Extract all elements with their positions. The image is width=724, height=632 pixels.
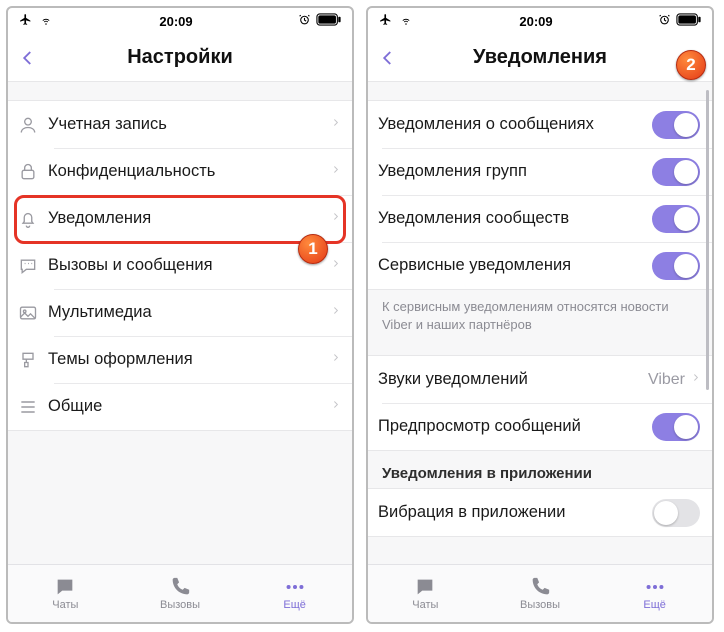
toggle-communities[interactable] <box>652 205 700 233</box>
row-label: Конфиденциальность <box>48 162 331 181</box>
row-label: Вибрация в приложении <box>378 503 652 522</box>
status-time: 20:09 <box>159 14 192 29</box>
chevron-right-icon <box>691 370 700 390</box>
chevron-right-icon <box>331 397 340 417</box>
status-time: 20:09 <box>519 14 552 29</box>
list-icon <box>18 397 48 417</box>
tab-chats[interactable]: Чаты <box>368 565 483 622</box>
back-button[interactable] <box>12 34 44 82</box>
tab-more[interactable]: Ещё <box>597 565 712 622</box>
status-bar: 20:09 <box>8 8 352 34</box>
settings-row-notifications[interactable]: Уведомления <box>8 195 352 242</box>
service-footer: К сервисным уведомлениям относятся новос… <box>368 290 712 345</box>
wifi-icon <box>398 14 414 29</box>
toggle-row-groups: Уведомления групп <box>368 148 712 195</box>
toggle-row-preview: Предпросмотр сообщений <box>368 403 712 450</box>
settings-screen: 20:09 Настройки Учетная запись <box>6 6 354 624</box>
status-bar: 20:09 <box>368 8 712 34</box>
row-label: Уведомления о сообщениях <box>378 115 652 134</box>
lock-icon <box>18 162 48 182</box>
nav-bar: Настройки <box>8 34 352 82</box>
tab-bar: Чаты Вызовы Ещё <box>368 564 712 622</box>
alarm-icon <box>658 13 671 29</box>
tab-label: Чаты <box>412 599 438 611</box>
toggle-groups[interactable] <box>652 158 700 186</box>
tab-label: Чаты <box>52 599 78 611</box>
chats-icon <box>413 576 437 598</box>
brush-icon <box>18 350 48 370</box>
row-label: Уведомления сообществ <box>378 209 652 228</box>
content: Учетная запись Конфиденциальность Уведом… <box>8 82 352 564</box>
wifi-icon <box>38 14 54 29</box>
page-title: Настройки <box>16 46 344 69</box>
content: Уведомления о сообщениях Уведомления гру… <box>368 82 712 564</box>
toggle-preview[interactable] <box>652 413 700 441</box>
row-label: Мультимедиа <box>48 303 331 322</box>
tab-label: Вызовы <box>520 599 560 611</box>
chevron-right-icon <box>331 256 340 276</box>
image-icon <box>18 303 48 323</box>
tab-more[interactable]: Ещё <box>237 565 352 622</box>
row-label: Темы оформления <box>48 350 331 369</box>
row-label: Сервисные уведомления <box>378 256 652 275</box>
row-value: Viber <box>648 371 685 389</box>
tab-label: Ещё <box>283 599 306 611</box>
settings-row-general[interactable]: Общие <box>8 383 352 430</box>
tab-label: Вызовы <box>160 599 200 611</box>
tab-label: Ещё <box>643 599 666 611</box>
row-label: Общие <box>48 397 331 416</box>
airplane-icon <box>378 13 393 29</box>
settings-row-privacy[interactable]: Конфиденциальность <box>8 148 352 195</box>
chevron-right-icon <box>331 209 340 229</box>
nav-bar: Уведомления <box>368 34 712 82</box>
toggle-row-communities: Уведомления сообществ <box>368 195 712 242</box>
scroll-indicator[interactable] <box>706 90 709 390</box>
phone-icon <box>169 576 191 598</box>
row-sounds[interactable]: Звуки уведомлений Viber <box>368 356 712 403</box>
chevron-right-icon <box>331 350 340 370</box>
settings-row-account[interactable]: Учетная запись <box>8 101 352 148</box>
tab-calls[interactable]: Вызовы <box>123 565 238 622</box>
row-label: Вызовы и сообщения <box>48 256 331 275</box>
row-label: Учетная запись <box>48 115 331 134</box>
toggle-row-service: Сервисные уведомления <box>368 242 712 289</box>
toggle-vibration[interactable] <box>652 499 700 527</box>
more-icon <box>283 576 307 598</box>
person-icon <box>18 115 48 135</box>
chevron-right-icon <box>331 162 340 182</box>
toggle-service[interactable] <box>652 252 700 280</box>
bell-icon <box>18 209 48 229</box>
back-button[interactable] <box>372 34 404 82</box>
settings-row-calls[interactable]: Вызовы и сообщения <box>8 242 352 289</box>
row-label: Предпросмотр сообщений <box>378 417 652 436</box>
alarm-icon <box>298 13 311 29</box>
phone-icon <box>529 576 551 598</box>
tab-chats[interactable]: Чаты <box>8 565 123 622</box>
page-title: Уведомления <box>376 46 704 69</box>
airplane-icon <box>18 13 33 29</box>
toggle-row-vibration: Вибрация в приложении <box>368 489 712 536</box>
chat-icon <box>18 256 48 276</box>
toggle-row-messages: Уведомления о сообщениях <box>368 101 712 148</box>
tab-calls[interactable]: Вызовы <box>483 565 598 622</box>
battery-icon <box>316 13 342 29</box>
row-label: Уведомления <box>48 209 331 228</box>
section-header: Уведомления в приложении <box>368 451 712 488</box>
battery-icon <box>676 13 702 29</box>
settings-row-themes[interactable]: Темы оформления <box>8 336 352 383</box>
chevron-right-icon <box>331 115 340 135</box>
toggle-messages[interactable] <box>652 111 700 139</box>
chats-icon <box>53 576 77 598</box>
more-icon <box>643 576 667 598</box>
notifications-screen: 20:09 Уведомления Уведомления о сообщени… <box>366 6 714 624</box>
row-label: Звуки уведомлений <box>378 370 648 389</box>
settings-row-media[interactable]: Мультимедиа <box>8 289 352 336</box>
row-label: Уведомления групп <box>378 162 652 181</box>
tab-bar: Чаты Вызовы Ещё <box>8 564 352 622</box>
chevron-right-icon <box>331 303 340 323</box>
